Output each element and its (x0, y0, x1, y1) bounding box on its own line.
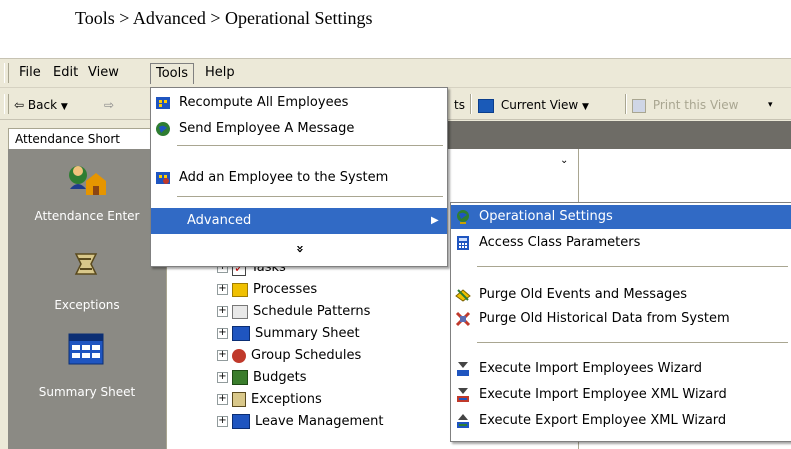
toolbar-separator (470, 94, 472, 114)
group-schedules-icon (232, 348, 246, 363)
chevron-down-icon: ▼ (60, 102, 68, 112)
summary-sheet-icon (68, 333, 104, 365)
advanced-submenu: Operational Settings Access Class Parame… (450, 202, 791, 442)
caption: Tools > Advanced > Operational Settings (75, 8, 373, 28)
calculator-icon (457, 236, 469, 250)
menu-bar: File Edit View Tools Help (0, 59, 791, 88)
globe-message-icon (156, 122, 170, 136)
tree-item-group-schedules[interactable]: + Group Schedules (217, 345, 361, 367)
toolbar-partial-label: ts (454, 98, 465, 112)
purge-history-icon (455, 311, 471, 327)
menu-view[interactable]: View (83, 63, 124, 83)
import-xml-icon (457, 388, 469, 402)
tree-item-schedule-patterns[interactable]: + Schedule Patterns (217, 301, 370, 323)
expand-icon[interactable]: + (217, 416, 228, 427)
menu-separator (177, 196, 443, 197)
leave-management-icon (232, 414, 250, 429)
current-view-button[interactable]: Current View ▼ (478, 96, 589, 114)
chevron-down-icon: ▼ (582, 102, 589, 112)
globe-settings-icon (457, 210, 469, 224)
menu-help[interactable]: Help (200, 63, 240, 83)
processes-icon (232, 282, 248, 297)
menu-item-purge-history[interactable]: Purge Old Historical Data from System (451, 307, 791, 331)
menu-item-operational-settings[interactable]: Operational Settings (451, 205, 791, 229)
menu-separator (477, 342, 788, 343)
menubar-grip (4, 63, 9, 83)
menu-item-import-xml-wizard[interactable]: Execute Import Employee XML Wizard (451, 383, 791, 407)
attendance-icon (69, 166, 106, 195)
menu-separator (177, 145, 443, 146)
forward-arrow-icon: ⇨ (104, 98, 115, 112)
toolbar-overflow-icon[interactable]: ▾ (768, 96, 773, 114)
schedule-patterns-icon (232, 304, 248, 319)
menu-expand-button[interactable]: » (151, 237, 447, 261)
expand-icon[interactable]: + (217, 284, 228, 295)
chevron-down-icon[interactable]: ⌄ (560, 155, 568, 166)
budgets-icon (232, 370, 248, 385)
menu-item-import-employees-wizard[interactable]: Execute Import Employees Wizard (451, 357, 791, 381)
summary-sheet-icon (232, 326, 250, 341)
tree-item-budgets[interactable]: + Budgets (217, 367, 307, 389)
shortcut-panel: Attendance Enter Exceptions Summary Shee… (8, 149, 167, 449)
recompute-icon (156, 97, 170, 109)
back-button[interactable]: ⇦ Back ▼ (14, 96, 68, 114)
menu-item-add-employee[interactable]: Add an Employee to the System (151, 166, 447, 190)
print-icon (632, 98, 646, 113)
menu-item-advanced[interactable]: Advanced ▶ (151, 208, 447, 234)
tools-menu: Recompute All Employees Send Employee A … (150, 87, 448, 267)
expand-icon[interactable]: + (217, 328, 228, 339)
exceptions-icon (74, 253, 98, 275)
purge-events-icon (455, 289, 471, 302)
import-wizard-icon (457, 362, 469, 376)
print-view-button[interactable]: Print this View (632, 96, 738, 114)
add-employee-icon (156, 172, 170, 184)
tree-item-processes[interactable]: + Processes (217, 279, 317, 301)
toolbar-separator (625, 94, 627, 114)
menu-edit[interactable]: Edit (48, 63, 83, 83)
expand-icon[interactable]: + (217, 306, 228, 317)
tree-item-exceptions[interactable]: + Exceptions (217, 389, 322, 411)
menu-item-access-class-parameters[interactable]: Access Class Parameters (451, 231, 791, 255)
back-arrow-icon: ⇦ (14, 98, 25, 112)
tree-item-leave-management[interactable]: + Leave Management (217, 411, 383, 433)
menu-item-purge-events[interactable]: Purge Old Events and Messages (451, 283, 791, 307)
menu-item-recompute[interactable]: Recompute All Employees (151, 91, 447, 115)
expand-icon[interactable]: + (217, 372, 228, 383)
grid-view-icon (478, 98, 494, 113)
forward-button[interactable]: ⇨ (104, 96, 114, 114)
menu-item-export-xml-wizard[interactable]: Execute Export Employee XML Wizard (451, 409, 791, 433)
expand-chevrons-icon: » (292, 244, 307, 254)
menu-file[interactable]: File (14, 63, 46, 83)
exceptions-icon (232, 392, 246, 407)
tab-attendance-short[interactable]: Attendance Short (8, 128, 158, 149)
menu-separator (477, 266, 788, 267)
menu-item-send-message[interactable]: Send Employee A Message (151, 117, 447, 141)
submenu-arrow-icon: ▶ (431, 215, 439, 226)
export-xml-icon (457, 414, 469, 428)
expand-icon[interactable]: + (217, 350, 228, 361)
toolbar-grip (4, 94, 9, 114)
expand-icon[interactable]: + (217, 394, 228, 405)
tree-item-summary-sheet[interactable]: + Summary Sheet (217, 323, 360, 345)
menu-tools[interactable]: Tools (150, 63, 195, 84)
